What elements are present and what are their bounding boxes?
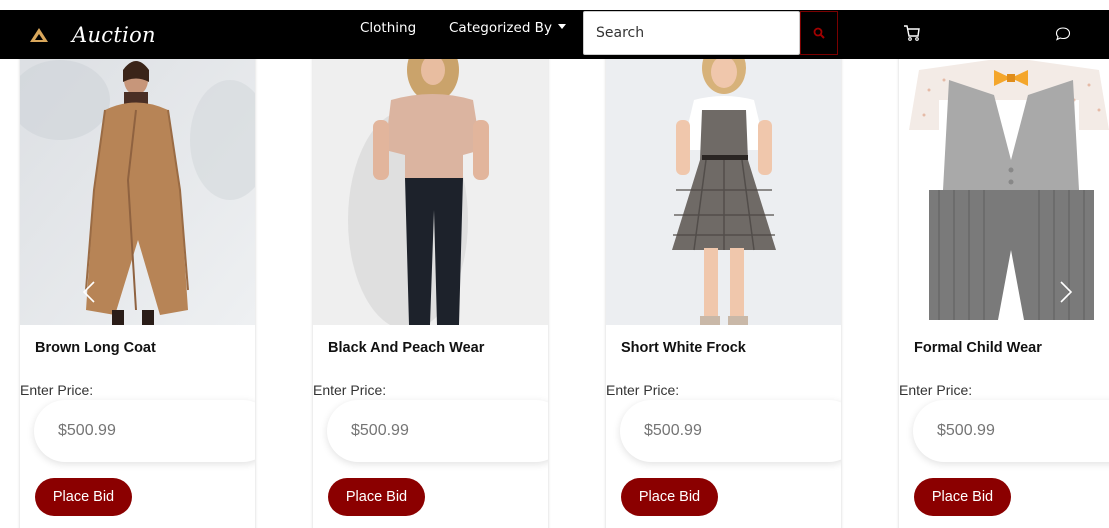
caret-down-icon: [557, 24, 566, 29]
product-image-white-frock: [606, 40, 841, 325]
nav-link-clothing[interactable]: Clothing: [360, 20, 416, 36]
navbar: Auction Clothing Categorized By: [0, 10, 1109, 59]
price-input-clip: [20, 395, 255, 475]
product-image-brown-coat: [20, 40, 255, 325]
product-title: Black And Peach Wear: [328, 340, 485, 356]
cart-icon[interactable]: [903, 24, 921, 42]
nav-dropdown-categorized-by[interactable]: Categorized By: [449, 20, 566, 36]
price-input-clip: [606, 395, 841, 475]
search-input[interactable]: [583, 11, 800, 55]
price-input[interactable]: [327, 400, 548, 462]
place-bid-button[interactable]: Place Bid: [621, 478, 718, 516]
place-bid-button[interactable]: Place Bid: [328, 478, 425, 516]
product-title: Short White Frock: [621, 340, 746, 356]
search-icon: [813, 27, 825, 39]
logo-icon: [30, 28, 48, 42]
page: Brown Long Coat Black And Peach Wear Sho…: [0, 0, 1109, 528]
brand[interactable]: Auction: [30, 20, 156, 50]
price-input-clip: [313, 395, 548, 475]
product-image-child-wear: [899, 40, 1109, 325]
chevron-left-icon[interactable]: [82, 280, 96, 304]
place-bid-button[interactable]: Place Bid: [914, 478, 1011, 516]
product-grid: Brown Long Coat Black And Peach Wear Sho…: [0, 0, 1109, 528]
price-input[interactable]: [620, 400, 841, 462]
chevron-right-icon[interactable]: [1059, 280, 1073, 304]
place-bid-button[interactable]: Place Bid: [35, 478, 132, 516]
brand-name: Auction: [72, 23, 156, 47]
price-input[interactable]: [34, 400, 255, 462]
product-title: Brown Long Coat: [35, 340, 156, 356]
chat-icon[interactable]: [1055, 26, 1071, 42]
price-input[interactable]: [913, 400, 1109, 462]
nav-dropdown-label: Categorized By: [449, 20, 552, 36]
product-title: Formal Child Wear: [914, 340, 1042, 356]
price-input-clip: [899, 395, 1109, 475]
search-button[interactable]: [800, 11, 838, 55]
product-image-peach-wear: [313, 40, 548, 325]
